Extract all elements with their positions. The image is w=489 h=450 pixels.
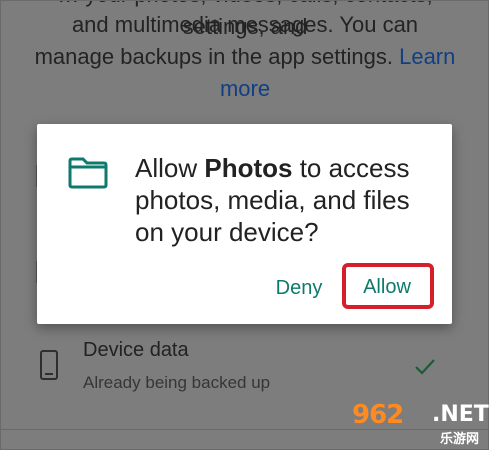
app-name: Photos <box>204 153 293 183</box>
allow-button[interactable]: Allow <box>352 269 422 305</box>
learn-more-link-part2[interactable]: more <box>220 76 270 101</box>
watermark-brand: 962 <box>352 400 404 430</box>
permission-message-prefix: Allow <box>135 153 205 183</box>
phone-icon <box>40 350 58 380</box>
device-data-item[interactable]: Device data Already being backed up <box>1 336 488 396</box>
check-icon <box>415 359 435 375</box>
permission-dialog: Allow Photos to access photos, media, an… <box>37 124 452 324</box>
learn-more-link-part1[interactable]: Learn <box>399 44 455 69</box>
device-data-subtitle: Already being backed up <box>83 373 271 392</box>
permission-message: Allow Photos to access photos, media, an… <box>135 152 435 248</box>
deny-button[interactable]: Deny <box>264 270 334 306</box>
watermark-sub: 乐游网 <box>440 432 480 447</box>
learn-more-link-line2[interactable]: more <box>25 73 465 105</box>
folder-icon <box>68 157 108 189</box>
backup-description-line2: and multimedia messages. You can <box>71 12 419 37</box>
device-data-title: Device data <box>83 339 189 361</box>
watermark-domain: .NET <box>432 402 489 427</box>
backup-description-line3: manage backups in the app settings. Lear… <box>25 41 465 73</box>
watermark-logo: 962 .NET 乐游网 <box>352 400 489 447</box>
backup-description-line3-text: manage backups in the app settings. <box>34 44 393 69</box>
